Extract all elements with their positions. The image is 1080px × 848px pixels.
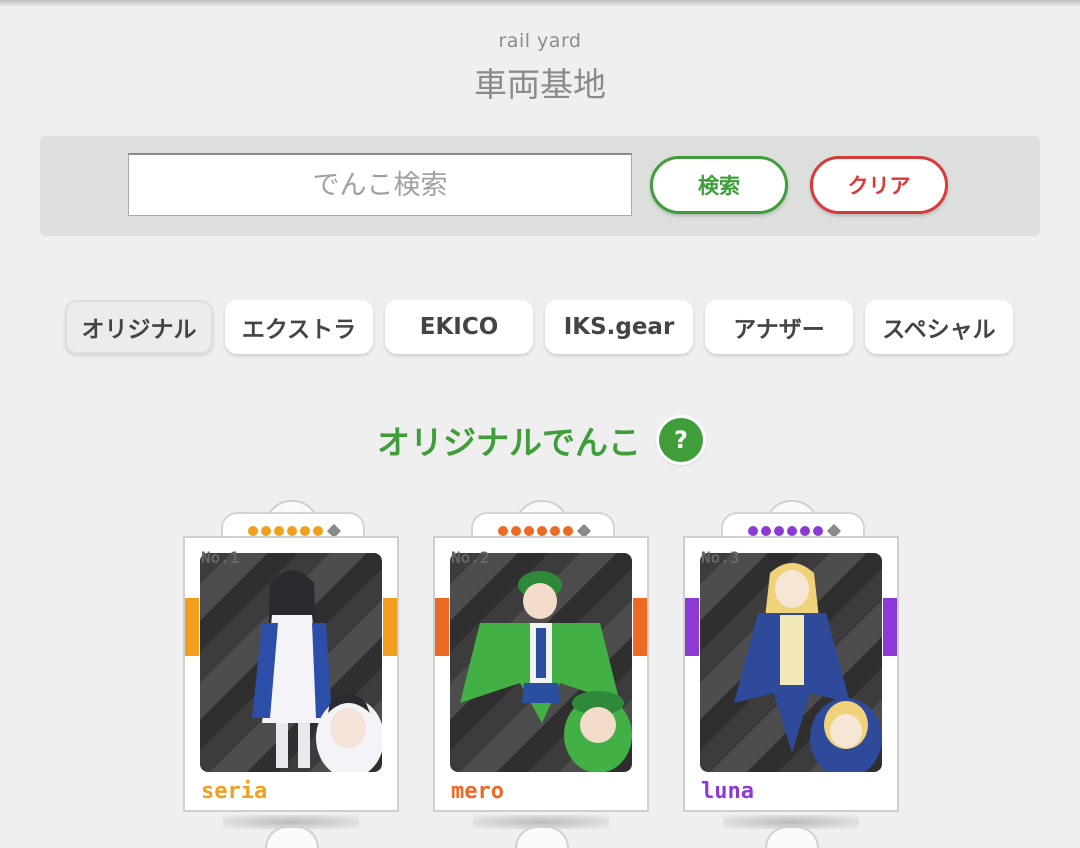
card-frame: No.1 seria <box>183 536 399 812</box>
tab-another[interactable]: アナザー <box>705 300 853 354</box>
rarity-dot <box>247 526 258 536</box>
card-name: luna <box>701 779 754 804</box>
rarity-dot <box>536 526 547 536</box>
rarity-dot <box>799 526 810 536</box>
character-art <box>200 553 382 772</box>
tab-special[interactable]: スペシャル <box>865 300 1013 354</box>
section-title: オリジナルでんこ <box>377 423 641 462</box>
character-art <box>700 553 882 772</box>
rarity-dot <box>260 526 271 536</box>
card-number: No.3 <box>701 548 740 567</box>
denco-card[interactable]: No.3 luna <box>683 500 899 830</box>
top-divider <box>0 0 1080 6</box>
card-frame: No.3 luna <box>683 536 899 812</box>
rarity-dot <box>549 526 560 536</box>
tab-extra[interactable]: エクストラ <box>225 300 373 354</box>
card-number: No.2 <box>451 548 490 567</box>
rarity-dot <box>497 526 508 536</box>
color-stripe <box>685 598 699 656</box>
character-silhouette <box>734 563 882 772</box>
tab-ekico[interactable]: EKICO <box>385 300 533 354</box>
search-button[interactable]: 検索 <box>650 156 788 214</box>
rarity-dot <box>510 526 521 536</box>
color-stripe <box>185 598 199 656</box>
character-silhouette <box>252 570 382 772</box>
rarity-dot <box>299 526 310 536</box>
rarity-dot <box>786 526 797 536</box>
color-stripe <box>633 598 647 656</box>
card-name: mero <box>451 779 504 804</box>
rarity-dot <box>523 526 534 536</box>
search-panel: 検索 クリア <box>40 136 1040 236</box>
character-art <box>450 553 632 772</box>
card-name: seria <box>201 779 268 804</box>
denco-card[interactable]: No.2 mero <box>433 500 649 830</box>
section-heading: オリジナルでんこ ? <box>0 416 1080 464</box>
clear-button[interactable]: クリア <box>810 156 948 214</box>
page-subtitle: rail yard <box>498 30 582 52</box>
color-stripe <box>435 598 449 656</box>
rarity-dot <box>812 526 823 536</box>
rarity-dot <box>273 526 284 536</box>
card-frame: No.2 mero <box>433 536 649 812</box>
page-title: 車両基地 <box>474 65 606 104</box>
rarity-dot <box>562 526 573 536</box>
denco-card[interactable]: No.1 seria <box>183 500 399 830</box>
search-input[interactable] <box>128 153 632 216</box>
tab-original[interactable]: オリジナル <box>65 300 213 354</box>
character-silhouette <box>460 571 632 772</box>
rarity-dot <box>747 526 758 536</box>
rarity-dot <box>760 526 771 536</box>
color-stripe <box>383 598 397 656</box>
color-stripe <box>883 598 897 656</box>
rarity-dot <box>773 526 784 536</box>
tab-iks-gear[interactable]: IKS.gear <box>545 300 693 354</box>
rarity-dot <box>312 526 323 536</box>
card-number: No.1 <box>201 548 240 567</box>
help-icon[interactable]: ? <box>659 418 703 462</box>
rarity-dot <box>286 526 297 536</box>
